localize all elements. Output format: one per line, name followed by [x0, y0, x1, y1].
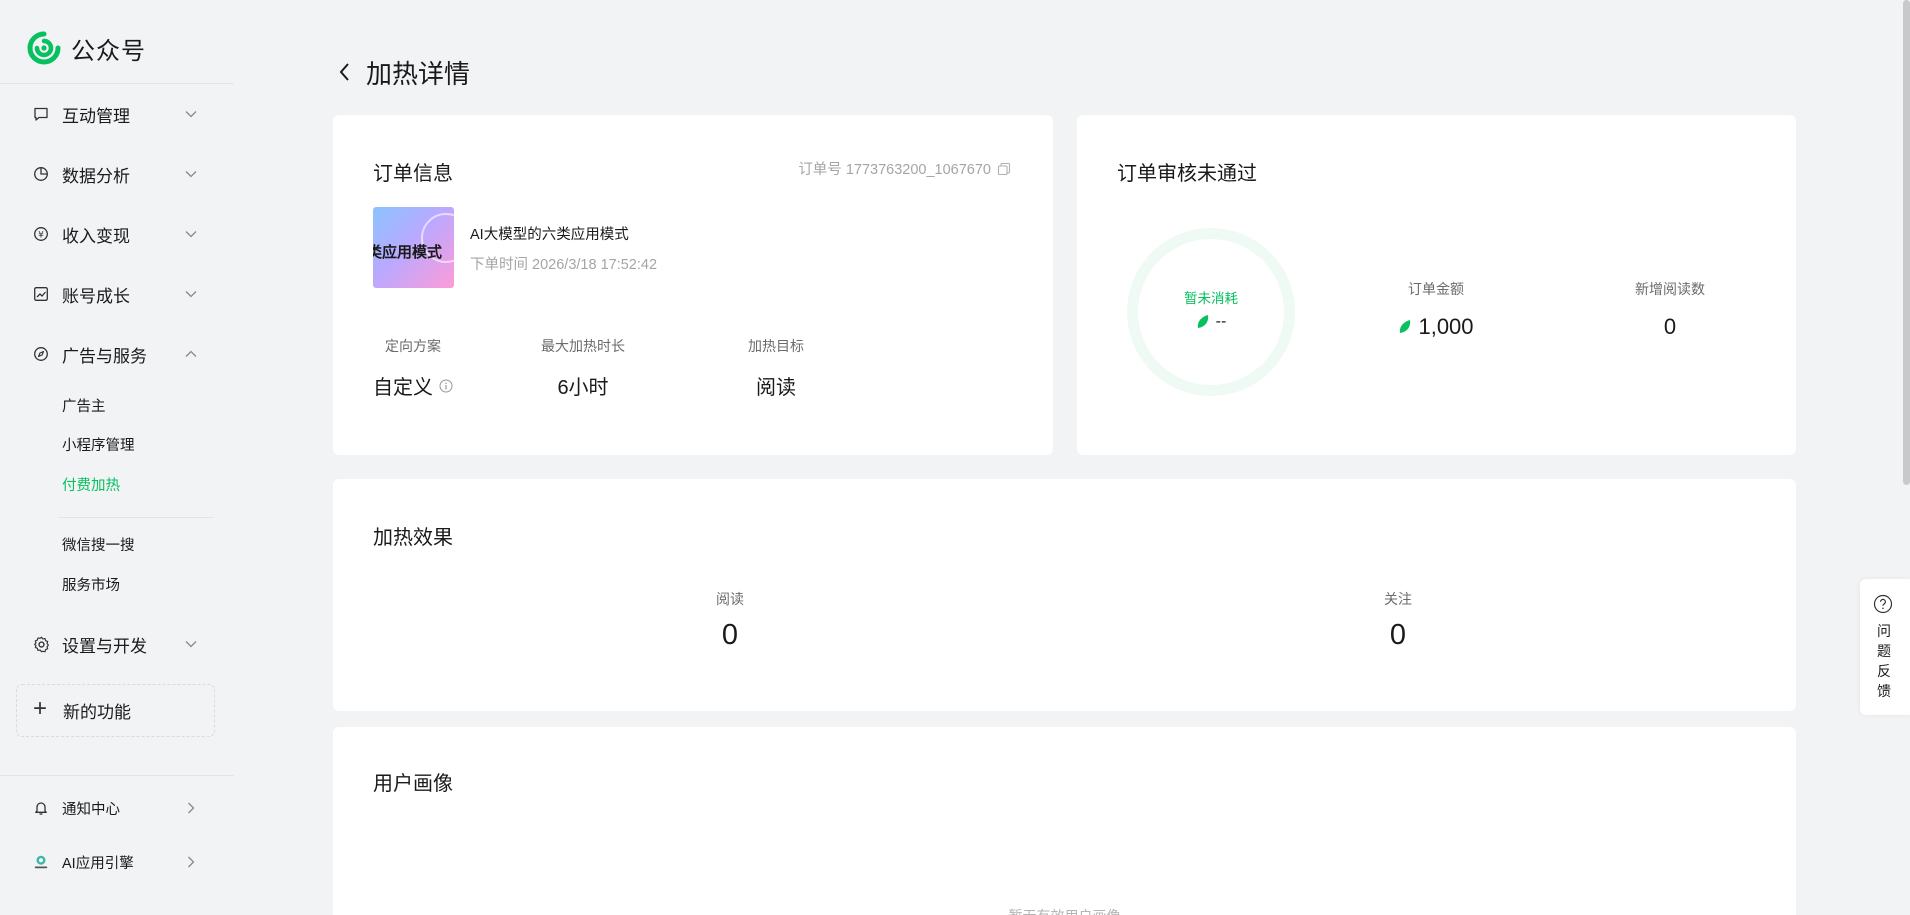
order-info-card: 订单信息 订单号 1773763200_1067670 类应用模式 AI大模型的…	[333, 115, 1053, 455]
chevron-down-icon	[184, 227, 198, 241]
user-portrait-card: 用户画像 暂无有效用户画像	[333, 727, 1796, 915]
ring-label: 暂未消耗	[1184, 291, 1238, 306]
bell-icon	[32, 799, 50, 817]
boost-effect-card: 加热效果 阅读 0 关注 0	[333, 479, 1796, 711]
yuan-icon: ¥	[32, 225, 50, 243]
sidebar-item-label: AI应用引擎	[62, 855, 134, 872]
stat-label: 加热目标	[748, 338, 804, 354]
sidebar-item-growth[interactable]: 账号成长	[0, 272, 234, 316]
sidebar-item-label: 收入变现	[62, 226, 130, 246]
chevron-down-icon	[184, 167, 198, 181]
sidebar-item-label: 通知中心	[62, 801, 120, 818]
card-title: 用户画像	[373, 773, 453, 795]
growth-icon	[32, 285, 50, 303]
stat-value-text: 自定义	[373, 377, 433, 399]
stat-value-duration: 6小时	[557, 377, 609, 399]
question-icon	[1873, 594, 1893, 614]
sidebar-item-data-analysis[interactable]: 数据分析	[0, 152, 234, 196]
sidebar-item-notifications[interactable]: 通知中心	[0, 786, 234, 830]
portrait-empty-text: 暂无有效用户画像	[333, 906, 1796, 915]
leaf-coin-icon	[1400, 320, 1411, 333]
order-time: 下单时间 2026/3/18 17:52:42	[470, 257, 658, 273]
amount-value-text: 1,000	[1418, 314, 1474, 339]
stat-label: 定向方案	[385, 338, 441, 354]
article-thumbnail[interactable]: 类应用模式	[373, 207, 454, 288]
sidebar-sub-item-advertiser[interactable]: 广告主	[62, 395, 106, 419]
sidebar: 公众号 互动管理 数据分析 ¥ 收入变现 账号成长 广告与服务 广告主 小程序管…	[0, 0, 234, 915]
ring-value: --	[1138, 313, 1284, 331]
feedback-label: 问题反馈	[1877, 623, 1891, 699]
back-button[interactable]: 加热详情	[338, 55, 470, 89]
chevron-right-icon	[184, 801, 198, 815]
sidebar-sub-item-paid-boost[interactable]: 付费加热	[62, 474, 120, 498]
sidebar-sub-item-wechat-search[interactable]: 微信搜一搜	[62, 534, 135, 558]
sidebar-item-label: 数据分析	[62, 166, 130, 186]
effect-follow-label: 关注	[1384, 591, 1412, 607]
sidebar-divider	[0, 775, 234, 776]
new-feature-label: 新的功能	[63, 703, 131, 722]
ring-value-text: --	[1215, 313, 1227, 330]
message-icon	[32, 105, 50, 123]
sidebar-item-label: 互动管理	[62, 106, 130, 126]
article-title[interactable]: AI大模型的六类应用模式	[470, 223, 629, 244]
order-number-text: 订单号 1773763200_1067670	[798, 162, 991, 178]
sidebar-item-label: 账号成长	[62, 286, 130, 306]
brand[interactable]: 公众号	[27, 30, 146, 66]
amount-label: 订单金额	[1408, 281, 1464, 297]
chevron-down-icon	[184, 107, 198, 121]
stat-value-goal: 阅读	[756, 377, 796, 399]
gear-icon	[32, 635, 50, 653]
card-title: 订单信息	[373, 163, 453, 185]
effect-read-label: 阅读	[716, 591, 744, 607]
amount-value: 1,000	[1366, 314, 1506, 340]
page-scrollbar[interactable]	[1903, 0, 1910, 485]
new-reads-value: 0	[1663, 314, 1677, 339]
chevron-left-icon	[338, 62, 358, 82]
order-review-card: 订单审核未通过 暂未消耗 -- 订单金额 1,000 新增阅读数 0	[1077, 115, 1796, 455]
ai-engine-icon	[32, 853, 50, 871]
info-icon[interactable]	[439, 379, 453, 393]
svg-text:¥: ¥	[38, 230, 44, 240]
stat-label: 最大加热时长	[541, 338, 625, 354]
plus-icon: +	[33, 695, 48, 722]
new-feature-button[interactable]: + 新的功能	[16, 684, 215, 737]
effect-read-value: 0	[721, 619, 739, 651]
card-title: 加热效果	[373, 527, 453, 549]
card-title: 订单审核未通过	[1117, 163, 1257, 185]
sidebar-divider	[0, 83, 234, 84]
pie-chart-icon	[32, 165, 50, 183]
copy-icon[interactable]	[997, 162, 1011, 176]
sidebar-sub-divider	[58, 517, 214, 518]
sidebar-sub-item-service-market[interactable]: 服务市场	[62, 574, 120, 598]
sidebar-item-label: 广告与服务	[62, 346, 147, 366]
sidebar-item-settings-dev[interactable]: 设置与开发	[0, 622, 234, 666]
leaf-coin-icon	[1197, 315, 1208, 328]
consumption-ring: 暂未消耗 --	[1127, 228, 1295, 396]
sidebar-item-label: 设置与开发	[62, 636, 147, 656]
compass-icon	[32, 345, 50, 363]
sidebar-item-ads-services[interactable]: 广告与服务	[0, 332, 234, 376]
stat-value-targeting: 自定义	[363, 371, 463, 400]
sidebar-sub-item-miniprogram[interactable]: 小程序管理	[62, 434, 135, 458]
new-reads-label: 新增阅读数	[1635, 281, 1705, 297]
feedback-button[interactable]: 问题反馈	[1860, 579, 1910, 715]
sidebar-item-ai-engine[interactable]: AI应用引擎	[0, 840, 234, 884]
page-title: 加热详情	[366, 58, 471, 89]
sidebar-item-monetization[interactable]: ¥ 收入变现	[0, 212, 234, 256]
effect-follow-value: 0	[1389, 619, 1407, 651]
thumbnail-text: 类应用模式	[373, 244, 443, 261]
sidebar-item-interaction[interactable]: 互动管理	[0, 92, 234, 136]
chevron-up-icon	[184, 347, 198, 361]
chevron-down-icon	[184, 287, 198, 301]
chevron-down-icon	[184, 637, 198, 651]
order-number: 订单号 1773763200_1067670	[798, 158, 1011, 179]
brand-name: 公众号	[71, 37, 146, 65]
wechat-official-logo-icon	[27, 31, 61, 65]
chevron-right-icon	[184, 855, 198, 869]
